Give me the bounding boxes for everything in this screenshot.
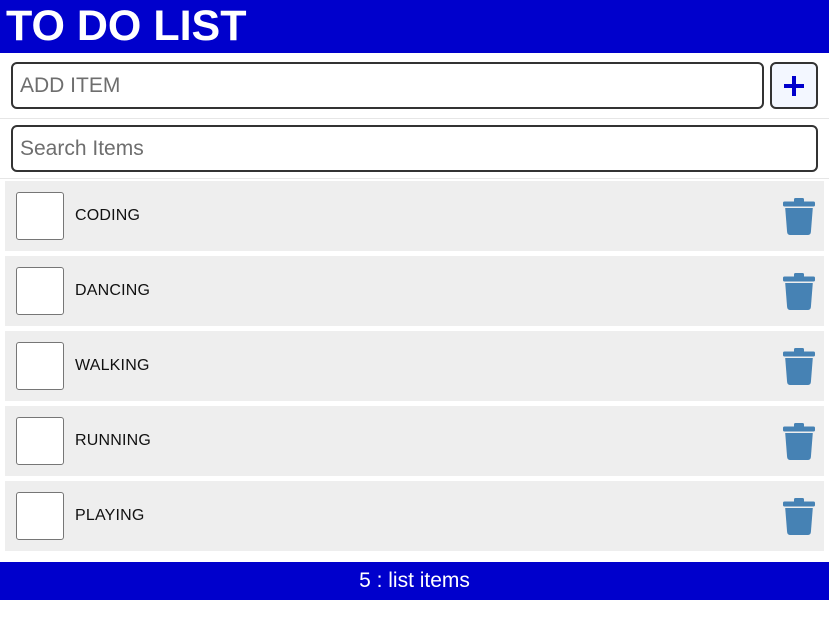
page-title: TO DO LIST: [6, 2, 247, 50]
item-label[interactable]: CODING: [75, 207, 782, 225]
trash-icon: [783, 347, 815, 385]
trash-icon: [783, 497, 815, 535]
list-item: RUNNING: [5, 406, 824, 476]
item-checkbox[interactable]: [16, 192, 64, 240]
delete-button[interactable]: [782, 421, 816, 461]
add-item-input[interactable]: [11, 62, 764, 109]
delete-button[interactable]: [782, 196, 816, 236]
search-input[interactable]: [11, 125, 818, 172]
item-checkbox[interactable]: [16, 417, 64, 465]
list-item: PLAYING: [5, 481, 824, 551]
search-form: [0, 119, 829, 179]
item-count: 5 : list items: [359, 569, 470, 592]
app-header: TO DO LIST: [0, 0, 829, 53]
list-item: DANCING: [5, 256, 824, 326]
item-label[interactable]: RUNNING: [75, 432, 782, 450]
item-label[interactable]: WALKING: [75, 357, 782, 375]
item-checkbox[interactable]: [16, 342, 64, 390]
todo-app: TO DO LIST CODING DAN: [0, 0, 829, 637]
delete-button[interactable]: [782, 346, 816, 386]
delete-button[interactable]: [782, 496, 816, 536]
list-item: CODING: [5, 181, 824, 251]
trash-icon: [783, 272, 815, 310]
add-item-button[interactable]: [770, 62, 818, 109]
add-item-form: [0, 53, 829, 119]
trash-icon: [783, 197, 815, 235]
trash-icon: [783, 422, 815, 460]
app-footer: 5 : list items: [0, 562, 829, 600]
list-item: WALKING: [5, 331, 824, 401]
item-label[interactable]: PLAYING: [75, 507, 782, 525]
plus-icon: [784, 75, 804, 96]
item-checkbox[interactable]: [16, 267, 64, 315]
item-label[interactable]: DANCING: [75, 282, 782, 300]
todo-list: CODING DANCING WALKING RUNNING PLAYING: [0, 181, 829, 551]
delete-button[interactable]: [782, 271, 816, 311]
item-checkbox[interactable]: [16, 492, 64, 540]
